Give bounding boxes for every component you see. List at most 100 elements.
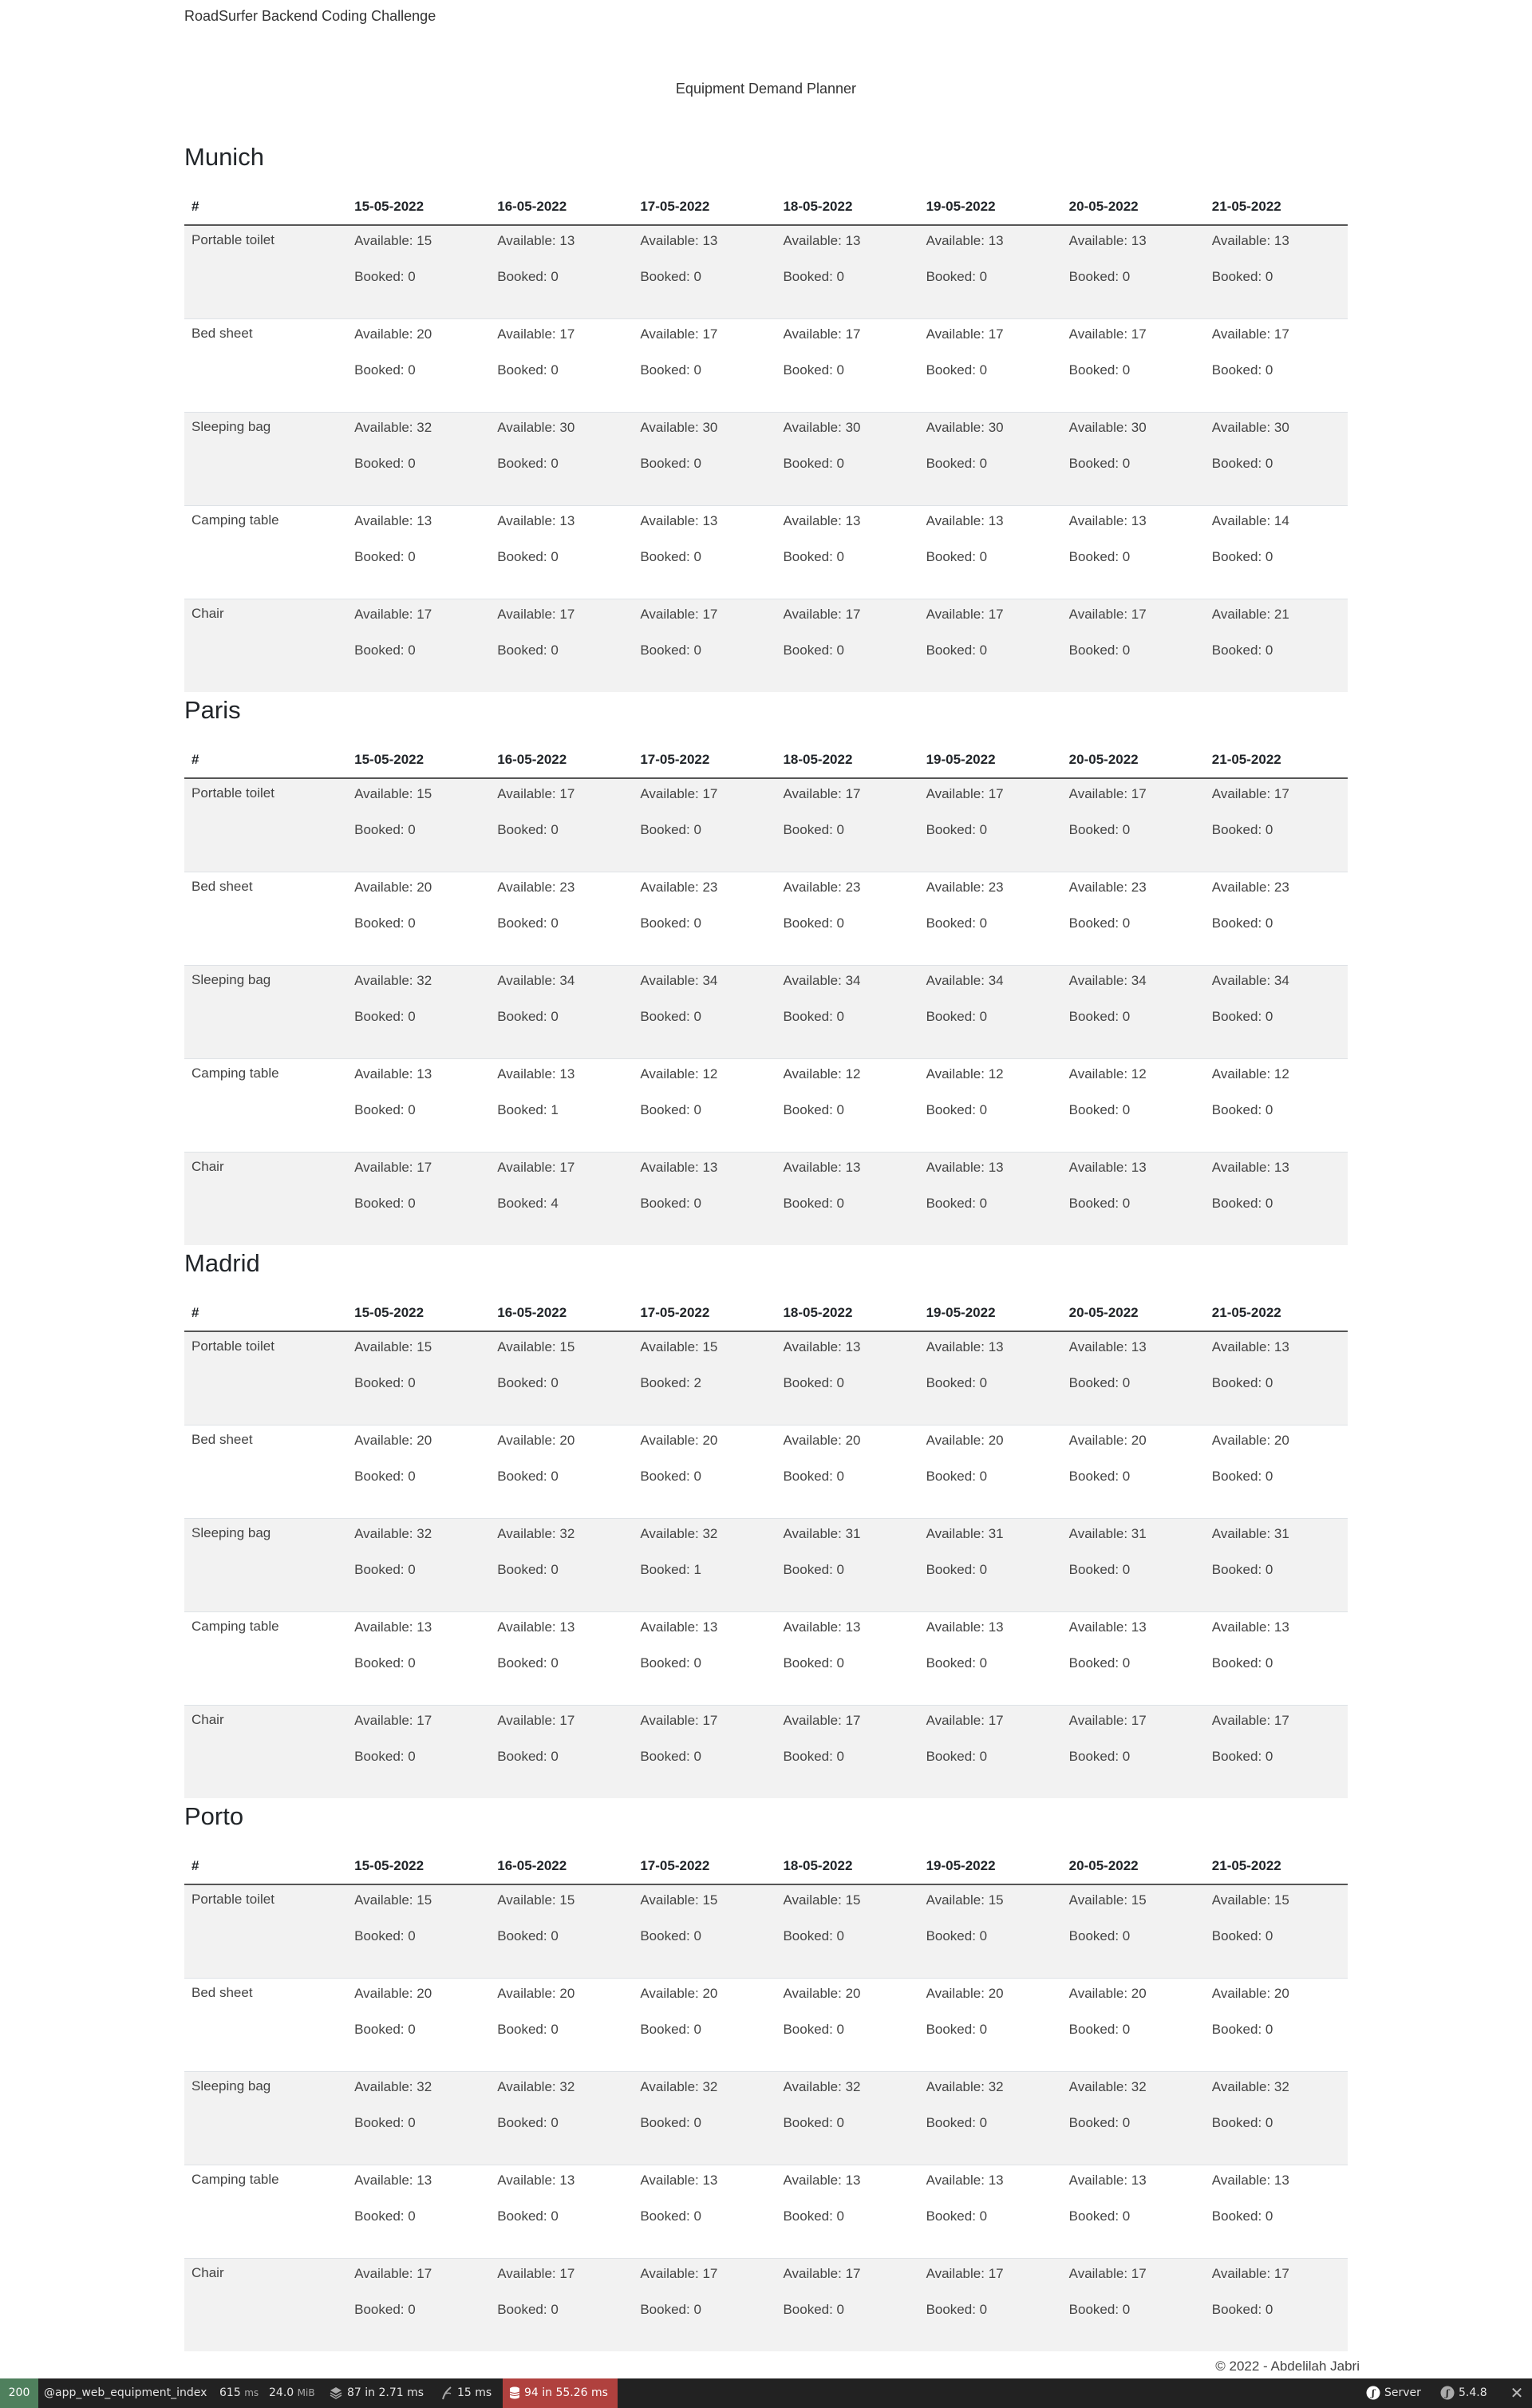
booked-count: Booked: 0 <box>783 1009 845 1024</box>
demand-cell: Available: 17 Booked: 0 <box>1061 2258 1205 2351</box>
demand-cell: Available: 13 Booked: 0 <box>776 1331 919 1425</box>
demand-cell: Available: 13 Booked: 0 <box>776 2165 919 2259</box>
booked-count: Booked: 0 <box>1068 1562 1131 1577</box>
status-code-badge[interactable]: 200 <box>0 2378 38 2408</box>
available-count: Available: 13 <box>497 513 575 528</box>
memory-usage[interactable]: 24.0 MiB <box>269 2378 315 2408</box>
demand-cell: Available: 20 Booked: 0 <box>490 1425 634 1519</box>
column-header-date: 20-05-2022 <box>1061 1848 1205 1885</box>
equipment-name: Sleeping bag <box>184 2071 348 2165</box>
column-header-date: 18-05-2022 <box>776 1295 919 1332</box>
available-count: Available: 13 <box>1211 233 1289 248</box>
booked-count: Booked: 0 <box>926 822 988 837</box>
table-header-row: #15-05-2022 16-05-2022 17-05-2022 18-05-202… <box>184 188 1348 226</box>
table-row: Camping table Available: 13 Booked: 0 Avail… <box>184 1611 1348 1706</box>
booked-count: Booked: 0 <box>640 2302 701 2317</box>
table-row: Portable toilet Available: 15 Booked: 0 Ava… <box>184 777 1348 872</box>
demand-cell: Available: 17 Booked: 0 <box>490 1705 634 1798</box>
equipment-name: Sleeping bag <box>184 1518 348 1612</box>
booked-count: Booked: 0 <box>640 1196 701 1211</box>
booked-count: Booked: 0 <box>926 1469 988 1484</box>
symfony-version[interactable]: ʃ 5.4.8 <box>1440 2378 1487 2408</box>
column-header-date: 19-05-2022 <box>918 188 1062 226</box>
demand-cell: Available: 17 Booked: 0 <box>347 1705 491 1798</box>
demand-cell: Available: 13 Booked: 0 <box>918 505 1062 599</box>
booked-count: Booked: 0 <box>1068 1102 1131 1117</box>
table-row: Portable toilet Available: 15 Booked: 0 Ava… <box>184 224 1348 319</box>
demand-cell: Available: 17 Booked: 0 <box>633 2258 776 2351</box>
available-count: Available: 13 <box>1068 1339 1147 1354</box>
table-row: Bed sheet Available: 20 Booked: 0 Available… <box>184 1425 1348 1519</box>
booked-count: Booked: 0 <box>497 1749 559 1764</box>
available-count: Available: 17 <box>640 2266 718 2281</box>
available-count: Available: 32 <box>926 2079 1004 2094</box>
available-count: Available: 32 <box>1068 2079 1147 2094</box>
request-time-value: 615 <box>219 2386 241 2399</box>
available-count: Available: 12 <box>1068 1066 1147 1081</box>
booked-count: Booked: 0 <box>1211 1928 1273 1943</box>
booked-count: Booked: 0 <box>497 2302 559 2317</box>
city-title: Madrid <box>184 1249 260 1277</box>
booked-count: Booked: 0 <box>926 2022 988 2037</box>
booked-count: Booked: 0 <box>783 2022 845 2037</box>
queries-panel[interactable]: 87 in 2.71 ms <box>329 2378 424 2408</box>
booked-count: Booked: 0 <box>1068 1655 1131 1671</box>
booked-count: Booked: 0 <box>1068 549 1131 564</box>
close-icon[interactable]: ✕ <box>1502 2378 1532 2408</box>
demand-cell: Available: 15 Booked: 0 <box>490 1331 634 1425</box>
demand-cell: Available: 17 Booked: 0 <box>633 599 776 692</box>
demand-cell: Available: 15 Booked: 0 <box>1204 1884 1348 1979</box>
available-count: Available: 20 <box>354 326 432 342</box>
booked-count: Booked: 0 <box>926 1009 988 1024</box>
demand-cell: Available: 13 Booked: 0 <box>918 1611 1062 1706</box>
available-count: Available: 13 <box>783 1619 861 1635</box>
available-count: Available: 17 <box>926 326 1004 342</box>
available-count: Available: 17 <box>1068 2266 1147 2281</box>
booked-count: Booked: 0 <box>497 2208 559 2224</box>
available-count: Available: 31 <box>783 1526 861 1541</box>
brand-title[interactable]: RoadSurfer Backend Coding Challenge <box>184 8 436 25</box>
available-count: Available: 13 <box>926 233 1004 248</box>
demand-cell: Available: 20 Booked: 0 <box>776 1978 919 2072</box>
available-count: Available: 34 <box>1211 973 1289 988</box>
available-count: Available: 31 <box>926 1526 1004 1541</box>
server-panel[interactable]: ʃ Server <box>1366 2378 1421 2408</box>
route-name[interactable]: @app_web_equipment_index <box>44 2378 207 2408</box>
available-count: Available: 13 <box>783 2173 861 2188</box>
column-header-date: 21-05-2022 <box>1204 1295 1348 1332</box>
database-icon <box>509 2386 520 2399</box>
available-count: Available: 13 <box>926 1160 1004 1175</box>
layers-icon <box>330 2387 342 2399</box>
column-header-date: 15-05-2022 <box>347 1295 491 1332</box>
demand-cell: Available: 17 Booked: 0 <box>918 599 1062 692</box>
twig-panel[interactable]: 15 ms <box>440 2378 492 2408</box>
available-count: Available: 34 <box>783 973 861 988</box>
request-time[interactable]: 615 ms <box>219 2378 259 2408</box>
available-count: Available: 13 <box>354 1619 432 1635</box>
available-count: Available: 15 <box>354 233 432 248</box>
demand-cell: Available: 13 Booked: 0 <box>776 224 919 319</box>
demand-cell: Available: 31 Booked: 0 <box>1204 1518 1348 1612</box>
available-count: Available: 13 <box>1068 1619 1147 1635</box>
table-header-row: #15-05-2022 16-05-2022 17-05-2022 18-05-202… <box>184 741 1348 779</box>
booked-count: Booked: 0 <box>497 2115 559 2130</box>
equipment-name: Bed sheet <box>184 1978 348 2072</box>
booked-count: Booked: 0 <box>354 1469 416 1484</box>
available-count: Available: 15 <box>354 786 432 801</box>
table-header-row: #15-05-2022 16-05-2022 17-05-2022 18-05-202… <box>184 1848 1348 1885</box>
available-count: Available: 34 <box>1068 973 1147 988</box>
booked-count: Booked: 0 <box>783 549 845 564</box>
available-count: Available: 15 <box>354 1892 432 1908</box>
booked-count: Booked: 0 <box>354 269 416 284</box>
booked-count: Booked: 0 <box>783 2208 845 2224</box>
table-row: Chair Available: 17 Booked: 0 Available: 17… <box>184 1152 1348 1245</box>
database-warning-panel[interactable]: 94 in 55.26 ms <box>503 2378 618 2408</box>
booked-count: Booked: 0 <box>640 915 701 931</box>
booked-count: Booked: 0 <box>640 1009 701 1024</box>
booked-count: Booked: 0 <box>497 1655 559 1671</box>
booked-count: Booked: 0 <box>783 2115 845 2130</box>
booked-count: Booked: 0 <box>1068 1749 1131 1764</box>
demand-cell: Available: 15 Booked: 0 <box>347 1884 491 1979</box>
booked-count: Booked: 0 <box>1211 915 1273 931</box>
column-header-date: 20-05-2022 <box>1061 741 1205 779</box>
